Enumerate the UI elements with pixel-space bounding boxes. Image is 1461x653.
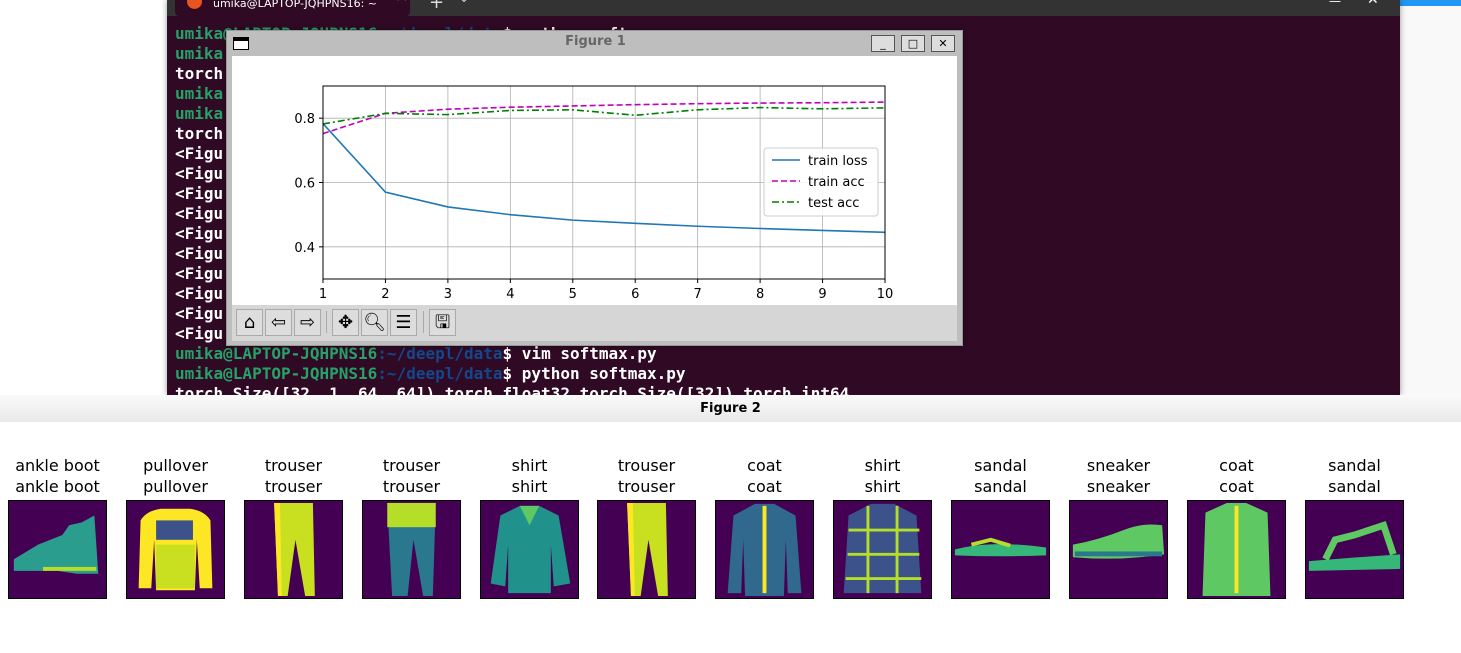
terminal-line: umika@LAPTOP-JQHPNS16:~/deepl/data$ vim … [175,344,657,364]
legend-label: train loss [808,154,868,169]
fashion-image [362,500,461,599]
terminal-line: torch [175,124,224,143]
matplotlib-toolbar: ⌂ ⇦ ⇨ ✥ 🔍︎ ☰ 🖫 [232,305,957,341]
y-tick-label: 0.6 [294,177,315,192]
true-label: sandal [1328,456,1381,475]
prompt-cmd: $ vim softmax.py [502,344,657,363]
back-icon[interactable]: ⇦ [265,309,292,336]
fashion-image [244,500,343,599]
image-tile: ankle boot ankle boot [8,455,107,603]
fashion-image [597,500,696,599]
x-tick-label: 8 [756,287,764,302]
image-tile: pullover pullover [126,455,225,603]
image-tile: sneaker sneaker [1069,455,1168,603]
x-tick-label: 9 [818,287,826,302]
image-tile: trouser trouser [597,455,696,603]
image-tile: sandal sandal [951,455,1050,603]
y-tick-label: 0.8 [294,112,315,127]
terminal-line: <Figu [175,284,224,303]
x-tick-label: 4 [506,287,514,302]
terminal-line: umika [175,84,223,104]
x-tick-label: 10 [877,287,894,302]
prompt-user: umika [175,44,224,63]
configure-subplots-icon[interactable]: ☰ [390,309,417,336]
fashion-image [715,500,814,599]
save-icon[interactable]: 🖫 [429,309,456,336]
new-tab-icon[interactable]: + [429,0,444,13]
fashion-image [1305,500,1404,599]
terminal-line: <Figu [175,144,224,163]
terminal-line: torch [175,64,224,83]
predicted-label: sandal [1328,477,1381,496]
terminal-line: umika [175,44,223,64]
terminal-line: <Figu [175,204,224,223]
background-window-titlebar [1400,0,1461,6]
image-tile: trouser trouser [362,455,461,603]
fashion-image [480,500,579,599]
fashion-image [833,500,932,599]
legend-label: train acc [808,175,865,190]
pan-icon[interactable]: ✥ [332,309,359,336]
series-line-test-acc [322,106,886,125]
close-button[interactable]: ✕ [931,35,955,52]
terminal-line: <Figu [175,264,224,283]
close-icon[interactable]: ✕ [1367,0,1379,8]
image-tile: sandal sandal [1305,455,1404,603]
prompt-user: umika@LAPTOP-JQHPNS16 [175,364,378,383]
image-tile: shirt shirt [480,455,579,603]
image-tile: coat coat [1187,455,1286,603]
toolbar-divider [423,311,424,333]
home-icon[interactable]: ⌂ [236,309,263,336]
maximize-button[interactable]: □ [901,35,925,52]
prompt-path: :~/deepl/data [377,344,503,363]
x-tick-label: 5 [569,287,577,302]
zoom-icon[interactable]: 🔍︎ [361,309,388,336]
desktop-background [1400,0,1461,395]
prompt-user: umika [175,104,224,123]
fashion-image [1069,500,1168,599]
fashion-image [126,500,225,599]
legend-label: test acc [808,196,859,211]
prompt-path: :~/deepl/data [377,364,503,383]
minimize-button[interactable]: _ [871,35,895,52]
terminal-line: umika@LAPTOP-JQHPNS16:~/deepl/data$ pyth… [175,364,686,384]
window-title: Figure 2 [0,395,1461,422]
figure2-window[interactable]: Figure 2 ankle boot ankle boot pullover … [0,395,1461,653]
terminal-line: <Figu [175,184,224,203]
terminal-line: <Figu [175,224,224,243]
x-tick-label: 1 [319,287,327,302]
toolbar-divider [326,311,327,333]
x-tick-label: 7 [694,287,702,302]
fashion-image [1187,500,1286,599]
line-chart: 1 2 3 4 5 6 7 8 9 10 0.4 0.6 0.8 train loss train acc t… [294,85,894,302]
image-tile: shirt shirt [833,455,932,603]
prompt-user: umika [175,84,224,103]
image-tile: trouser trouser [244,455,343,603]
window-title: Figure 1 [565,34,626,49]
x-tick-label: 6 [631,287,639,302]
forward-icon[interactable]: ⇨ [294,309,321,336]
terminal-line: <Figu [175,244,224,263]
minimize-icon[interactable]: — [1329,0,1341,8]
plot-canvas[interactable]: 1 2 3 4 5 6 7 8 9 10 0.4 0.6 0.8 train loss train acc t… [232,56,957,305]
terminal-tab-bar: umika@LAPTOP-JQHPNS16: ~ × + ⌄ — ✕ [167,0,1400,16]
tab-title: umika@LAPTOP-JQHPNS16: ~ [213,0,377,10]
ubuntu-icon [187,0,202,9]
chevron-down-icon[interactable]: ⌄ [459,0,469,5]
x-tick-label: 2 [381,287,389,302]
image-tile: coat coat [715,455,814,603]
terminal-tab[interactable]: umika@LAPTOP-JQHPNS16: ~ × [175,0,410,16]
prompt-user: umika@LAPTOP-JQHPNS16 [175,344,378,363]
prompt-cmd: $ python softmax.py [502,364,686,383]
figure1-window[interactable]: Figure 1 _ □ ✕ 1 2 3 4 5 6 7 8 9 10 0.4 0.6 0.8 train… [226,30,963,346]
terminal-line: <Figu [175,324,224,343]
terminal-line: <Figu [175,304,224,323]
terminal-line: <Figu [175,164,224,183]
terminal-line: umika [175,104,223,124]
x-tick-label: 3 [444,287,452,302]
fashion-image [951,500,1050,599]
y-tick-label: 0.4 [294,241,315,256]
fashion-image [8,500,107,599]
